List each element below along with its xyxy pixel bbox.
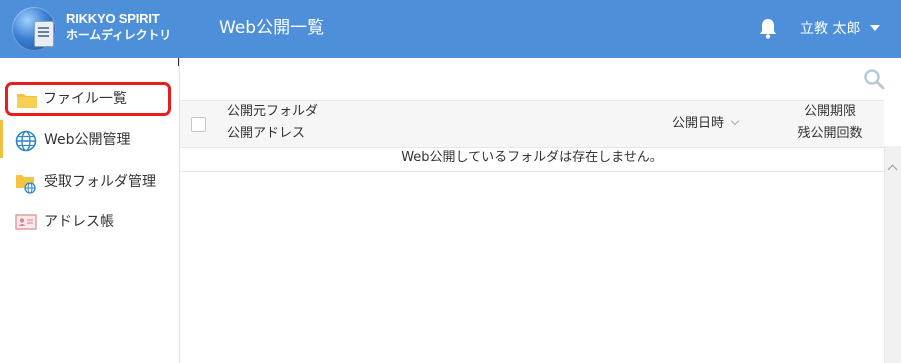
scroll-up-icon[interactable] — [887, 164, 898, 175]
divider-tick — [178, 58, 179, 66]
sidebar-item-receive-folder[interactable]: 受取フォルダ管理 — [0, 162, 179, 202]
sidebar-item-label: アドレス帳 — [44, 214, 114, 230]
logo-title: RIKKYO SPIRIT — [66, 11, 160, 26]
vertical-scrollbar[interactable] — [884, 146, 901, 363]
empty-message: Web公開しているフォルダは存在しません。 — [180, 147, 884, 172]
bell-icon[interactable] — [758, 17, 778, 39]
logo-document-icon — [34, 21, 54, 47]
select-all-checkbox[interactable] — [191, 117, 206, 132]
sidebar-item-label: ファイル一覧 — [43, 91, 127, 107]
sidebar-item-label: Web公開管理 — [44, 132, 131, 148]
page-title: Web公開一覧 — [219, 18, 325, 38]
folder-icon — [16, 90, 38, 110]
column-header-date[interactable]: 公開日時 — [672, 113, 740, 135]
sidebar-item-file-list[interactable]: ファイル一覧 — [5, 82, 171, 116]
table-header: 公開元フォルダ 公開アドレス 公開日時 公開期限 残公開回数 — [180, 100, 884, 148]
column-header-folder[interactable]: 公開元フォルダ 公開アドレス — [227, 101, 318, 145]
chevron-down-icon — [870, 25, 881, 31]
search-icon[interactable] — [863, 68, 885, 90]
column-header-limit[interactable]: 公開期限 残公開回数 — [788, 101, 872, 145]
rikkyo-spirit-logo[interactable]: RIKKYO SPIRIT ホームディレクトリ — [12, 7, 172, 51]
address-card-icon — [15, 212, 37, 232]
main-content: 公開元フォルダ 公開アドレス 公開日時 公開期限 残公開回数 Web公開している… — [178, 58, 901, 363]
sidebar: ファイル一覧 Web公開管理 受取フォルダ管理 アドレス帳 — [0, 58, 180, 363]
sort-chevron-icon — [730, 116, 740, 126]
logo-subtitle: ホームディレクトリ — [66, 28, 172, 42]
globe-icon — [15, 130, 37, 152]
sidebar-item-address-book[interactable]: アドレス帳 — [0, 202, 179, 242]
shared-folder-icon — [15, 172, 37, 194]
sidebar-item-label: 受取フォルダ管理 — [44, 174, 156, 190]
user-menu[interactable]: 立教 太郎 — [800, 16, 881, 40]
sidebar-item-web-publish[interactable]: Web公開管理 — [0, 120, 179, 160]
app-header: RIKKYO SPIRIT ホームディレクトリ Web公開一覧 立教 太郎 — [0, 0, 901, 58]
user-name: 立教 太郎 — [800, 21, 861, 37]
